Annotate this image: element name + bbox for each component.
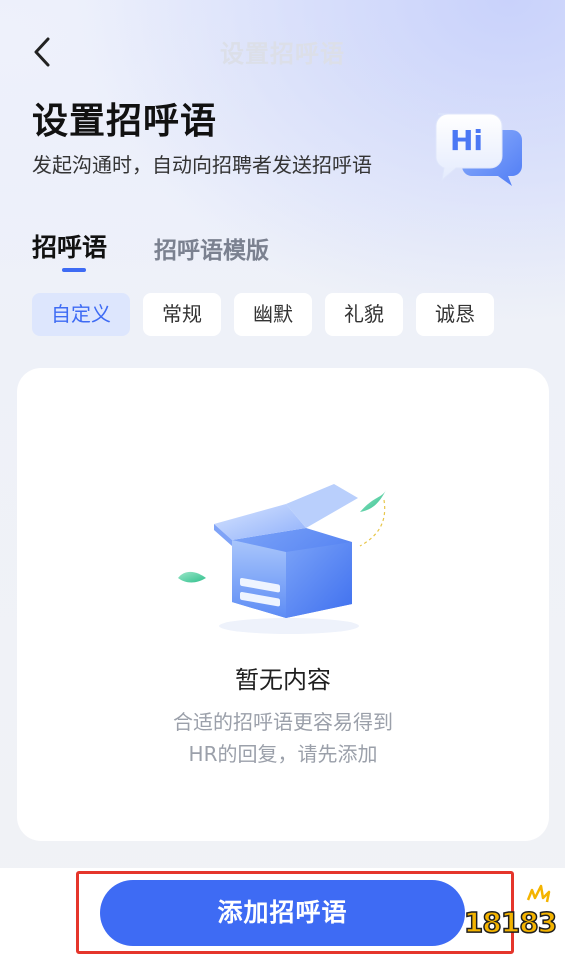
empty-state-desc-line-2: HR的回复，请先添加: [188, 742, 378, 766]
category-chips: 自定义 常规 幽默 礼貌 诚恳: [32, 293, 552, 337]
tab-bar: 招呼语 招呼语模版: [32, 228, 432, 278]
annotation-highlight-box: [76, 871, 514, 954]
tab-active-indicator: [62, 268, 86, 272]
chip-regular[interactable]: 常规: [143, 293, 221, 336]
empty-state-desc-line-1: 合适的招呼语更容易得到: [173, 710, 393, 734]
empty-state-description: 合适的招呼语更容易得到 HR的回复，请先添加: [17, 706, 549, 770]
chip-humorous[interactable]: 幽默: [234, 293, 312, 336]
tab-greeting[interactable]: 招呼语: [32, 228, 107, 264]
empty-state-title: 暂无内容: [235, 666, 331, 694]
hi-badge-text: Hi: [450, 124, 484, 157]
hi-chat-bubble-icon: Hi: [428, 100, 528, 200]
navigation-bar: 设置招呼语: [0, 0, 565, 100]
chip-sincere[interactable]: 诚恳: [416, 293, 494, 336]
watermark-logo: 18183: [458, 880, 562, 952]
chip-custom[interactable]: 自定义: [32, 293, 130, 336]
nav-title: 设置招呼语: [220, 40, 345, 68]
page-subtitle: 发起沟通时，自动向招聘者发送招呼语: [32, 153, 372, 177]
page-title: 设置招呼语: [32, 101, 218, 142]
greeting-list-card: 暂无内容 合适的招呼语更容易得到 HR的回复，请先添加: [17, 368, 549, 841]
empty-box-icon: [174, 476, 394, 636]
tab-greeting-templates[interactable]: 招呼语模版: [154, 231, 269, 265]
watermark-text: 18183: [463, 905, 558, 940]
chip-polite[interactable]: 礼貌: [325, 293, 403, 336]
